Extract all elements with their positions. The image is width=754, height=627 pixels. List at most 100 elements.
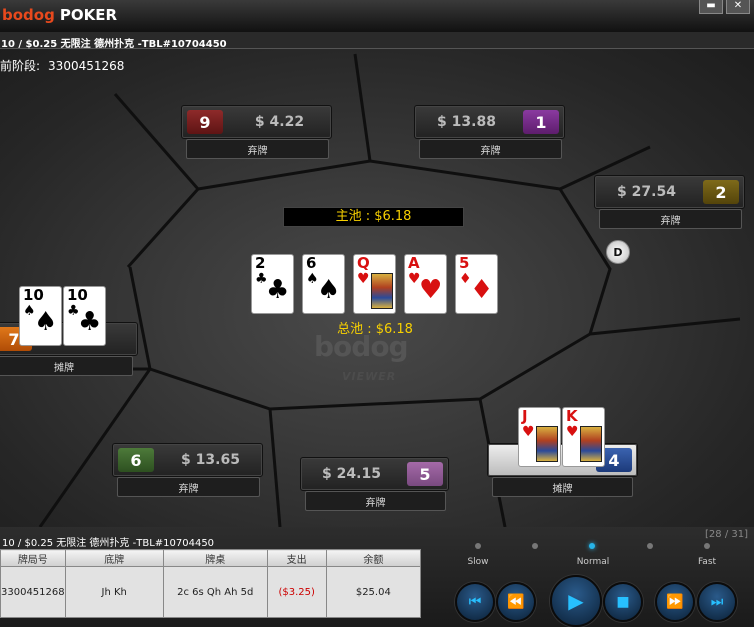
table-row[interactable]: 3300451268 Jh Kh 2c 6s Qh Ah 5d ($3.25) … [0, 566, 422, 618]
hand-history-table: 牌局号 底牌 牌桌 支出 余额 3300451268 Jh Kh 2c 6s Q… [0, 549, 422, 618]
stop-button[interactable]: ■ [603, 582, 643, 622]
history-title: 10 / $0.25 无限注 德州扑克 -TBL#10704450 [2, 538, 215, 549]
app-logo: bodog POKER [2, 6, 117, 24]
main-pot: 主池 : $6.18 [283, 207, 464, 227]
rewind-icon: ⏪ [507, 594, 525, 610]
total-pot: 总池 : $6.18 [337, 322, 413, 337]
table-cell: ($3.25) [266, 566, 327, 618]
playing-card: K♥♥ [562, 407, 605, 467]
seat-9: 9 $ 4.22 [181, 105, 332, 139]
seat-number: 9 [187, 110, 223, 134]
speed-label-normal: Normal [576, 557, 610, 567]
card-rank: K [566, 407, 578, 425]
table-header-row: 牌局号 底牌 牌桌 支出 余额 [0, 549, 422, 567]
speed-dot-slow[interactable] [475, 543, 481, 549]
card-center-pip-icon: ♥ [371, 273, 393, 309]
seat-number: 2 [703, 180, 739, 204]
table-info: 10 / $0.25 无限注 德州扑克 -TBL#10704450 [0, 32, 754, 50]
last-button[interactable]: ⏭ [697, 582, 737, 622]
playing-card: J♥♥ [518, 407, 561, 467]
card-center-pip-icon: ♣ [78, 307, 102, 337]
seat-stack: $ 13.88 [437, 114, 496, 130]
seat-6-status: 弃牌 [117, 477, 260, 497]
speed-dot-4[interactable] [647, 543, 653, 549]
playing-card: A ♥ ♥ [404, 254, 447, 314]
card-rank: 10 [23, 286, 44, 304]
card-center-pip-icon: ♥ [580, 426, 602, 462]
card-center-pip-icon: ♥ [536, 426, 558, 462]
card-rank: 10 [67, 286, 88, 304]
card-suit-icon: ♥ [357, 271, 370, 287]
table-cell: $25.04 [325, 566, 422, 618]
seat-9-status: 弃牌 [186, 139, 329, 159]
card-rank: Q [357, 254, 370, 272]
forward-button[interactable]: ⏩ [655, 582, 695, 622]
seat-5-status: 弃牌 [305, 491, 446, 511]
minimize-button[interactable]: ▬ [699, 0, 723, 14]
playing-card: 10 ♠ ♠ [19, 286, 62, 346]
seat-stack: $ 13.65 [181, 452, 240, 468]
seat-stack: $ 27.54 [617, 184, 676, 200]
first-icon: ⏮ [468, 594, 482, 610]
column-header: 牌桌 [162, 549, 268, 567]
table-cell: Jh Kh [64, 566, 164, 618]
seat-6: 6 $ 13.65 [112, 443, 263, 477]
speed-label-fast: Fast [697, 557, 717, 567]
card-rank: 5 [459, 254, 470, 272]
seat-1: $ 13.88 1 [414, 105, 565, 139]
seat-5: $ 24.15 5 [300, 457, 449, 491]
seat-1-status: 弃牌 [419, 139, 562, 159]
stop-icon: ■ [616, 594, 630, 610]
close-button[interactable]: ✕ [726, 0, 750, 14]
seat-7-status: 摊牌 [0, 356, 133, 376]
seat-number: 6 [118, 448, 154, 472]
card-rank: J [522, 407, 528, 425]
seat-stack: $ 24.15 [322, 466, 381, 482]
minimize-icon: ▬ [706, 0, 716, 11]
play-button[interactable]: ▶ [550, 575, 602, 627]
seat-2: $ 27.54 2 [594, 175, 745, 209]
card-center-pip-icon: ♦ [470, 275, 494, 305]
column-header: 牌局号 [0, 549, 66, 567]
card-rank: A [408, 254, 420, 272]
rewind-button[interactable]: ⏪ [496, 582, 536, 622]
card-suit-icon: ♥ [566, 424, 579, 440]
title-bar: bodog POKER ▬ ✕ [0, 0, 754, 32]
last-icon: ⏭ [710, 594, 724, 610]
close-icon: ✕ [733, 0, 743, 11]
seat-number: 5 [407, 462, 443, 486]
playing-card: 10 ♣ ♣ [63, 286, 106, 346]
table-cell: 3300451268 [0, 566, 66, 618]
hand-counter: [28 / 31] [705, 529, 748, 540]
speed-dot-fast[interactable] [704, 543, 710, 549]
seat-stack: $ 4.22 [254, 114, 305, 130]
viewer-watermark: VIEWER [342, 370, 397, 383]
column-header: 余额 [325, 549, 422, 567]
card-rank: 2 [255, 254, 266, 272]
forward-icon: ⏩ [666, 594, 684, 610]
card-rank: 6 [306, 254, 317, 272]
playing-card: 5 ♦ ♦ [455, 254, 498, 314]
seat-number: 1 [523, 110, 559, 134]
speed-dot-2[interactable] [532, 543, 538, 549]
window-controls: ▬ ✕ [699, 0, 750, 14]
card-center-pip-icon: ♣ [266, 275, 290, 305]
play-icon: ▶ [568, 589, 584, 613]
column-header: 支出 [266, 549, 327, 567]
card-center-pip-icon: ♠ [34, 307, 58, 337]
first-button[interactable]: ⏮ [455, 582, 495, 622]
table-cell: 2c 6s Qh Ah 5d [162, 566, 268, 618]
seat-4-status: 摊牌 [492, 477, 633, 497]
hand-id-label: 前阶段: 3300451268 [0, 59, 125, 73]
speed-dot-normal[interactable] [589, 543, 595, 549]
column-header: 底牌 [64, 549, 164, 567]
poker-viewer-window: bodog POKER ▬ ✕ 10 / $0.25 无限注 德州扑克 -TBL#… [0, 0, 754, 627]
playing-card: 6 ♠ ♠ [302, 254, 345, 314]
seat-2-status: 弃牌 [599, 209, 742, 229]
speed-label-slow: Slow [467, 557, 489, 567]
card-suit-icon: ♥ [522, 424, 535, 440]
dealer-button: D [606, 240, 630, 264]
card-center-pip-icon: ♥ [419, 275, 443, 305]
playing-card: 2 ♣ ♣ [251, 254, 294, 314]
card-center-pip-icon: ♠ [317, 275, 341, 305]
